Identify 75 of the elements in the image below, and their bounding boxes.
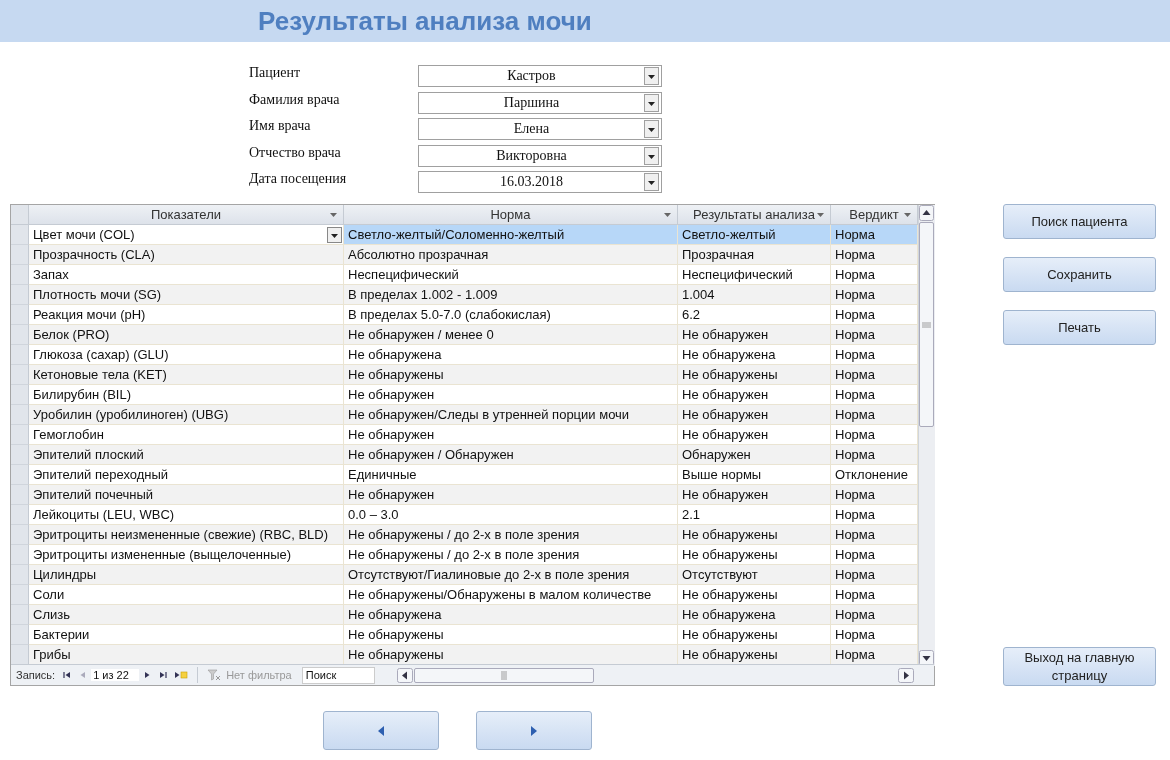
action-button[interactable]: Печать — [1003, 310, 1156, 345]
row-selector[interactable] — [11, 485, 29, 505]
row-selector[interactable] — [11, 545, 29, 565]
column-header[interactable]: Показатели — [29, 205, 344, 224]
next-button[interactable] — [476, 711, 592, 750]
table-cell: Норма — [831, 225, 918, 245]
search-field[interactable]: Поиск — [301, 666, 375, 684]
row-selector[interactable] — [11, 505, 29, 525]
table-cell: Цвет мочи (COL) — [29, 225, 344, 245]
caret-icon[interactable] — [664, 213, 671, 217]
combo-box[interactable]: Елена — [418, 118, 662, 140]
row-selector[interactable] — [11, 265, 29, 285]
combo-box[interactable]: Паршина — [418, 91, 662, 114]
field-label: Фамилия врача — [249, 91, 341, 108]
dropdown-icon[interactable] — [644, 93, 659, 112]
row-selector[interactable] — [11, 585, 29, 605]
field-label: Пациент — [249, 65, 302, 81]
scroll-thumb[interactable] — [413, 667, 594, 683]
table-cell: Светло-желтый/Соломенно-желтый — [344, 225, 678, 245]
horizontal-scrollbar[interactable] — [396, 666, 914, 684]
field-label: Имя врача — [249, 118, 312, 134]
left-arrow-icon — [377, 725, 385, 736]
row-selector[interactable] — [11, 305, 29, 325]
row-selector[interactable] — [11, 325, 29, 345]
row-selector[interactable] — [11, 645, 29, 665]
select-all-corner[interactable] — [11, 205, 29, 224]
row-selector[interactable] — [11, 605, 29, 625]
first-record-icon[interactable] — [62, 670, 73, 680]
combo-box[interactable]: 16.03.2018 — [418, 171, 662, 193]
table-cell: Светло-желтый — [678, 225, 831, 245]
row-selector[interactable] — [11, 445, 29, 465]
scroll-thumb[interactable] — [919, 222, 934, 427]
caret-icon[interactable] — [817, 213, 824, 217]
exit-button[interactable]: Выход на главную страницу — [1003, 647, 1156, 686]
dropdown-icon[interactable] — [644, 67, 659, 85]
vertical-scrollbar[interactable] — [918, 205, 935, 666]
page-title: Результаты анализа мочи — [258, 5, 592, 37]
caret-icon[interactable] — [904, 213, 911, 217]
grip-icon — [922, 321, 931, 328]
record-number-field[interactable]: 1 из 22 — [91, 669, 140, 681]
action-button[interactable]: Сохранить — [1003, 257, 1156, 292]
scroll-up-icon[interactable] — [919, 205, 934, 221]
column-header[interactable]: Норма — [344, 205, 678, 224]
right-arrow-icon — [530, 725, 538, 736]
dropdown-icon[interactable] — [644, 146, 659, 165]
row-selector[interactable] — [11, 425, 29, 445]
row-selector[interactable] — [11, 565, 29, 585]
scroll-left-icon[interactable] — [396, 667, 413, 683]
scroll-right-icon[interactable] — [897, 667, 914, 683]
row-selector[interactable] — [11, 525, 29, 545]
row-selector[interactable] — [11, 245, 29, 265]
column-header[interactable]: Результаты анализа — [678, 205, 831, 224]
caret-icon[interactable] — [330, 213, 337, 217]
row-selector[interactable] — [11, 225, 29, 245]
row-selector[interactable] — [11, 405, 29, 425]
dropdown-icon[interactable] — [644, 173, 659, 191]
grip-icon — [500, 670, 507, 680]
row-selector[interactable] — [11, 345, 29, 365]
last-record-icon[interactable] — [158, 670, 169, 680]
field-label: Отчество врача — [249, 144, 342, 161]
combo-box[interactable]: Кастров — [418, 65, 662, 87]
row-selector[interactable] — [11, 285, 29, 305]
record-label: Запись: — [16, 669, 56, 681]
dropdown-icon[interactable] — [644, 120, 659, 138]
row-selector[interactable] — [11, 465, 29, 485]
row-selector[interactable] — [11, 365, 29, 385]
row-selector[interactable] — [11, 625, 29, 645]
field-label: Дата посещения — [249, 171, 348, 187]
row-selector[interactable] — [11, 385, 29, 405]
previous-button[interactable] — [323, 711, 439, 750]
filter-icon[interactable] — [207, 669, 222, 681]
dropdown-icon[interactable] — [327, 226, 342, 243]
new-record-icon[interactable] — [174, 670, 189, 680]
combo-box[interactable]: Викторовна — [418, 144, 662, 167]
action-button[interactable]: Поиск пациента — [1003, 204, 1156, 239]
